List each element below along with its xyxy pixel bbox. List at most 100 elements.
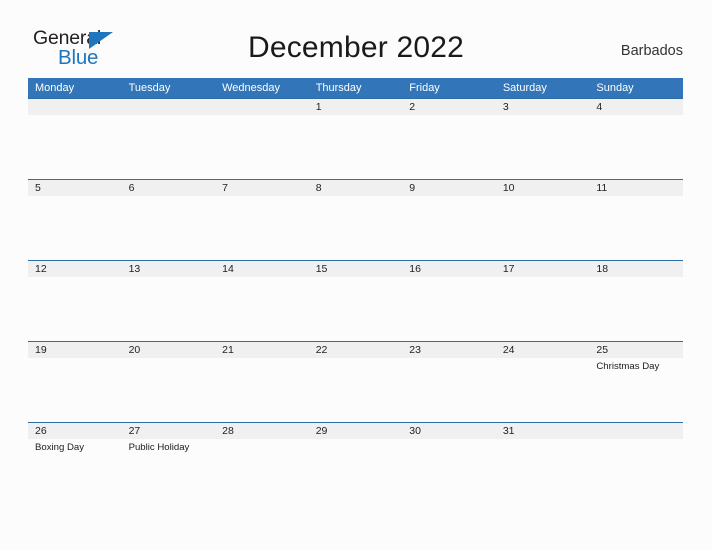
calendar-body: 1 2 3 4 5 6 7 8 9 10 11 12 13 14 15 16 1… xyxy=(28,98,683,503)
day-event xyxy=(309,277,403,280)
day-event xyxy=(309,358,403,361)
calendar-day-cell[interactable]: 10 xyxy=(495,179,590,260)
day-number: 27 xyxy=(121,422,216,439)
day-number: 17 xyxy=(495,260,590,277)
calendar-day-cell[interactable]: 16 xyxy=(402,260,496,341)
page-header: General Blue December 2022 Barbados xyxy=(0,0,712,78)
weekday-header-monday: Monday xyxy=(28,78,122,98)
calendar-day-cell[interactable]: 8 xyxy=(308,179,403,260)
day-event xyxy=(122,196,216,199)
day-event xyxy=(215,196,309,199)
day-number: 19 xyxy=(28,341,122,358)
day-number: 11 xyxy=(589,179,683,196)
calendar-day-cell[interactable]: 22 xyxy=(308,341,403,422)
day-event xyxy=(28,196,122,199)
calendar-day-cell[interactable]: 30 xyxy=(402,422,496,503)
day-number: 29 xyxy=(308,422,403,439)
day-number: 15 xyxy=(308,260,403,277)
calendar-day-cell[interactable]: 6 xyxy=(121,179,216,260)
day-number: 23 xyxy=(402,341,496,358)
day-number xyxy=(28,98,122,115)
day-event xyxy=(496,277,590,280)
day-event xyxy=(496,196,590,199)
day-number: 7 xyxy=(215,179,309,196)
day-number: 1 xyxy=(308,98,403,115)
calendar-day-cell[interactable]: 28 xyxy=(215,422,309,503)
day-number: 21 xyxy=(215,341,309,358)
day-event xyxy=(28,115,122,118)
weekday-header-thursday: Thursday xyxy=(308,78,403,98)
calendar-day-cell[interactable]: 29 xyxy=(308,422,403,503)
calendar-day-cell[interactable] xyxy=(28,98,122,179)
calendar-day-cell[interactable]: 11 xyxy=(589,179,683,260)
day-event xyxy=(215,358,309,361)
day-number: 24 xyxy=(495,341,590,358)
calendar-day-cell[interactable]: 15 xyxy=(308,260,403,341)
calendar-day-cell[interactable] xyxy=(589,422,683,503)
day-number: 13 xyxy=(121,260,216,277)
page-title: December 2022 xyxy=(247,31,465,64)
calendar-day-cell[interactable] xyxy=(215,98,309,179)
day-event xyxy=(402,358,496,361)
calendar-day-cell[interactable]: 26 Boxing Day xyxy=(28,422,122,503)
day-number: 12 xyxy=(28,260,122,277)
day-event xyxy=(589,196,683,199)
calendar-day-cell[interactable]: 21 xyxy=(215,341,309,422)
weekday-header-saturday: Saturday xyxy=(495,78,590,98)
day-event xyxy=(122,277,216,280)
day-event xyxy=(402,196,496,199)
day-event xyxy=(215,277,309,280)
calendar-day-cell[interactable]: 20 xyxy=(121,341,216,422)
calendar-day-cell[interactable]: 7 xyxy=(215,179,309,260)
calendar-day-cell[interactable]: 14 xyxy=(215,260,309,341)
calendar-day-cell[interactable]: 4 xyxy=(589,98,683,179)
day-number: 16 xyxy=(402,260,496,277)
day-event xyxy=(496,439,590,442)
calendar-day-cell[interactable]: 17 xyxy=(495,260,590,341)
day-number: 28 xyxy=(215,422,309,439)
calendar-day-cell[interactable]: 3 xyxy=(495,98,590,179)
calendar-day-cell[interactable]: 23 xyxy=(402,341,496,422)
calendar-week-row: 1 2 3 4 xyxy=(28,98,683,179)
weekday-header-sunday: Sunday xyxy=(589,78,683,98)
calendar-day-cell[interactable]: 18 xyxy=(589,260,683,341)
day-number: 10 xyxy=(495,179,590,196)
calendar-day-cell[interactable]: 31 xyxy=(495,422,590,503)
calendar-header-row: Monday Tuesday Wednesday Thursday Friday… xyxy=(28,78,683,98)
day-event xyxy=(496,115,590,118)
day-event xyxy=(28,358,122,361)
day-event xyxy=(309,196,403,199)
calendar-day-cell[interactable]: 25 Christmas Day xyxy=(589,341,683,422)
day-number xyxy=(121,98,216,115)
calendar-week-row: 26 Boxing Day 27 Public Holiday 28 29 30 3… xyxy=(28,422,683,503)
day-number xyxy=(215,98,309,115)
calendar-day-cell[interactable] xyxy=(121,98,216,179)
calendar-week-row: 19 20 21 22 23 24 25 Christmas Day xyxy=(28,341,683,422)
day-event xyxy=(215,439,309,442)
day-event xyxy=(402,277,496,280)
day-number: 9 xyxy=(402,179,496,196)
calendar-day-cell[interactable]: 5 xyxy=(28,179,122,260)
calendar-day-cell[interactable]: 27 Public Holiday xyxy=(121,422,216,503)
calendar-day-cell[interactable]: 9 xyxy=(402,179,496,260)
calendar-day-cell[interactable]: 19 xyxy=(28,341,122,422)
calendar-day-cell[interactable]: 24 xyxy=(495,341,590,422)
calendar-day-cell[interactable]: 12 xyxy=(28,260,122,341)
day-number: 4 xyxy=(589,98,683,115)
day-number: 5 xyxy=(28,179,122,196)
day-event xyxy=(589,277,683,280)
calendar-day-cell[interactable]: 13 xyxy=(121,260,216,341)
weekday-header-tuesday: Tuesday xyxy=(121,78,216,98)
country-label: Barbados xyxy=(620,43,683,59)
day-number: 2 xyxy=(402,98,496,115)
day-number xyxy=(589,422,683,439)
calendar-day-cell[interactable]: 2 xyxy=(402,98,496,179)
day-number: 22 xyxy=(308,341,403,358)
calendar-week-row: 12 13 14 15 16 17 18 xyxy=(28,260,683,341)
calendar-week-row: 5 6 7 8 9 10 11 xyxy=(28,179,683,260)
weekday-header-friday: Friday xyxy=(402,78,496,98)
day-number: 3 xyxy=(495,98,590,115)
day-event xyxy=(28,277,122,280)
day-event xyxy=(122,358,216,361)
calendar-day-cell[interactable]: 1 xyxy=(308,98,403,179)
